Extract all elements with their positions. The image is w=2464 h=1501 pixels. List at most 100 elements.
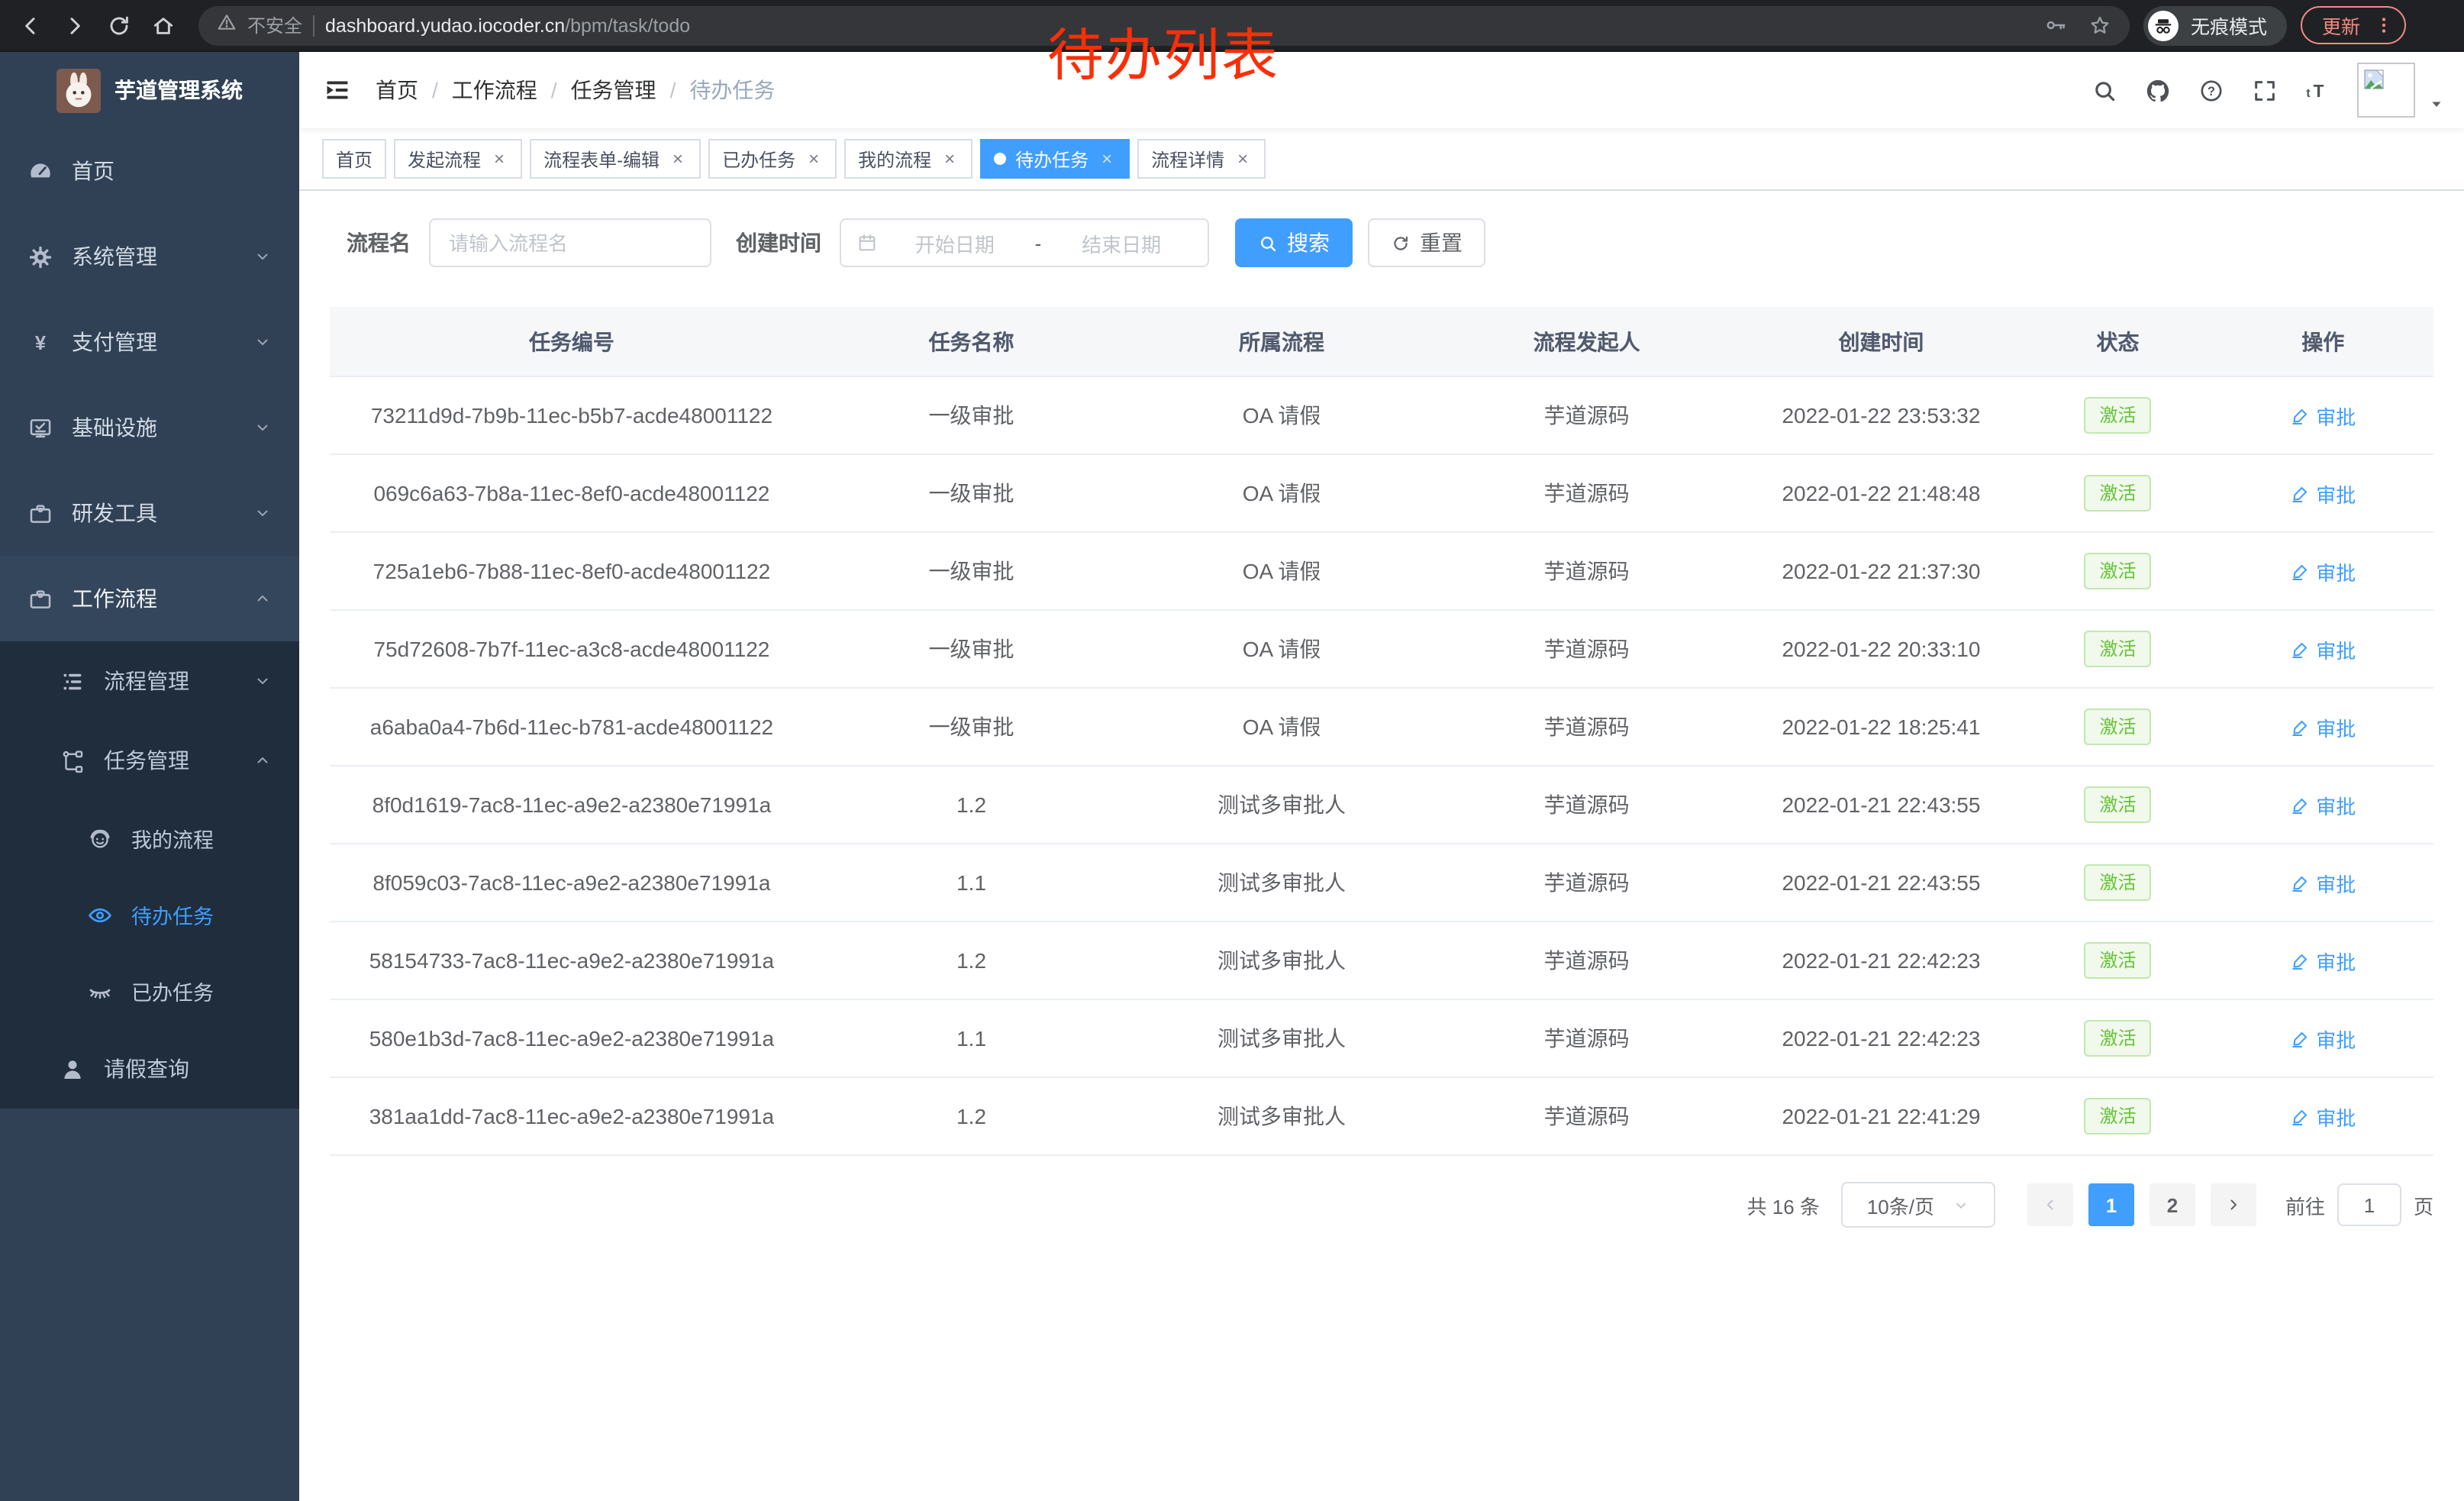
breadcrumb-item: 待办任务 <box>689 75 775 105</box>
reload-icon[interactable] <box>104 10 134 40</box>
password-key-icon[interactable] <box>2044 14 2067 37</box>
date-range-picker[interactable]: 开始日期 - 结束日期 <box>840 218 1209 267</box>
dashboard-icon <box>26 157 53 185</box>
cell-process: 测试多审批人 <box>1129 922 1434 999</box>
cell-task-name: 1.2 <box>814 766 1129 844</box>
tab-close-icon[interactable]: × <box>490 150 508 168</box>
approve-button[interactable]: 审批 <box>2290 1024 2356 1053</box>
approve-button[interactable]: 审批 <box>2290 401 2356 430</box>
sidebar-item[interactable]: 流程管理 <box>0 641 299 721</box>
goto-page-input[interactable] <box>2337 1183 2401 1226</box>
sidebar-item[interactable]: 首页 <box>0 128 299 214</box>
breadcrumb-item[interactable]: 首页 <box>376 75 418 105</box>
tab-item[interactable]: 已办任务× <box>708 139 837 179</box>
approve-button[interactable]: 审批 <box>2290 1102 2356 1131</box>
search-button[interactable]: 搜索 <box>1235 218 1353 267</box>
process-name-input[interactable] <box>429 218 711 267</box>
page-button-2[interactable]: 2 <box>2150 1183 2195 1226</box>
tab-close-icon[interactable]: × <box>940 150 959 168</box>
tab-item[interactable]: 发起流程× <box>394 139 522 179</box>
sidebar-item[interactable]: 已办任务 <box>0 953 299 1029</box>
approve-button[interactable]: 审批 <box>2290 634 2356 663</box>
sidebar-item[interactable]: 我的流程 <box>0 800 299 876</box>
sidebar-item[interactable]: 系统管理 <box>0 214 299 299</box>
approve-label: 审批 <box>2316 634 2356 663</box>
pen-icon <box>2290 951 2310 970</box>
chrome-update-button[interactable]: 更新 <box>2301 6 2406 44</box>
breadcrumb-item[interactable]: 工作流程 <box>452 75 537 105</box>
github-icon[interactable] <box>2143 76 2172 105</box>
column-header: 操作 <box>2213 307 2434 376</box>
fullscreen-icon[interactable] <box>2250 76 2279 105</box>
breadcrumb: 首页/工作流程/任务管理/待办任务 <box>376 75 775 105</box>
approve-button[interactable]: 审批 <box>2290 868 2356 897</box>
chevron-down-icon <box>253 504 272 522</box>
pen-icon <box>2290 1028 2310 1048</box>
status-badge: 激活 <box>2084 942 2151 979</box>
tab-item[interactable]: 待办任务× <box>980 139 1130 179</box>
cell-created: 2022-01-22 18:25:41 <box>1739 688 2023 766</box>
sidebar-item[interactable]: 支付管理 <box>0 299 299 385</box>
cell-task-name: 一级审批 <box>814 688 1129 766</box>
cell-action: 审批 <box>2213 454 2434 532</box>
tab-close-icon[interactable]: × <box>1098 150 1116 168</box>
approve-button[interactable]: 审批 <box>2290 479 2356 508</box>
goto-label: 前往 <box>2285 1190 2325 1219</box>
cell-task-id: 8f059c03-7ac8-11ec-a9e2-a2380e71991a <box>330 844 814 922</box>
tab-close-icon[interactable]: × <box>1234 150 1252 168</box>
tab-item[interactable]: 流程表单-编辑× <box>530 139 701 179</box>
tab-item[interactable]: 首页 <box>322 139 386 179</box>
page-size-select[interactable]: 10条/页 <box>1841 1182 1995 1228</box>
sidebar-item[interactable]: 工作流程 <box>0 556 299 641</box>
avatar[interactable] <box>2357 63 2415 118</box>
approve-label: 审批 <box>2316 868 2356 897</box>
face-icon <box>85 825 113 852</box>
approve-button[interactable]: 审批 <box>2290 946 2356 975</box>
avatar-caret-icon[interactable] <box>2427 95 2446 113</box>
table-row: 725a1eb6-7b88-11ec-8ef0-acde48001122一级审批… <box>330 532 2433 610</box>
calendar-icon <box>856 232 878 253</box>
sidebar-fold-icon[interactable] <box>321 73 354 107</box>
app-logo[interactable]: 芋道管理系统 <box>0 52 299 128</box>
tab-label: 我的流程 <box>858 146 931 172</box>
sidebar-item-label: 研发工具 <box>72 498 253 528</box>
approve-button[interactable]: 审批 <box>2290 790 2356 819</box>
approve-button[interactable]: 审批 <box>2290 712 2356 741</box>
tab-close-icon[interactable]: × <box>805 150 823 168</box>
tab-close-icon[interactable]: × <box>669 150 687 168</box>
breadcrumb-item[interactable]: 任务管理 <box>571 75 656 105</box>
sidebar-item[interactable]: 研发工具 <box>0 470 299 556</box>
cell-process: OA 请假 <box>1129 454 1434 532</box>
next-page-button[interactable] <box>2211 1183 2256 1226</box>
sidebar-item-label: 基础设施 <box>72 412 253 443</box>
tab-item[interactable]: 流程详情× <box>1137 139 1266 179</box>
cell-starter: 芋道源码 <box>1434 844 1740 922</box>
page-button-1[interactable]: 1 <box>2088 1183 2134 1226</box>
cell-status: 激活 <box>2023 766 2212 844</box>
help-icon[interactable] <box>2197 76 2226 105</box>
sidebar-item[interactable]: 待办任务 <box>0 876 299 953</box>
sidebar-item[interactable]: 基础设施 <box>0 385 299 470</box>
cell-task-id: 73211d9d-7b9b-11ec-b5b7-acde48001122 <box>330 376 814 454</box>
cell-task-id: a6aba0a4-7b6d-11ec-b781-acde48001122 <box>330 688 814 766</box>
back-icon[interactable] <box>15 10 46 40</box>
table-row: 8f0d1619-7ac8-11ec-a9e2-a2380e71991a1.2测… <box>330 766 2433 844</box>
cell-created: 2022-01-21 22:42:23 <box>1739 999 2023 1077</box>
incognito-label: 无痕模式 <box>2191 11 2267 40</box>
prev-page-button[interactable] <box>2027 1183 2073 1226</box>
create-time-label: 创建时间 <box>736 228 821 258</box>
search-icon[interactable] <box>2090 76 2119 105</box>
sidebar-item[interactable]: 请假查询 <box>0 1029 299 1109</box>
sidebar-item-label: 请假查询 <box>104 1054 272 1084</box>
reset-button[interactable]: 重置 <box>1368 218 1485 267</box>
approve-button[interactable]: 审批 <box>2290 557 2356 586</box>
forward-icon[interactable] <box>60 10 90 40</box>
table-row: 580e1b3d-7ac8-11ec-a9e2-a2380e71991a1.1测… <box>330 999 2433 1077</box>
bookmark-star-icon[interactable] <box>2088 14 2111 37</box>
browser-menu-dots-icon[interactable] <box>2374 15 2394 35</box>
font-size-icon[interactable] <box>2304 76 2333 105</box>
home-icon[interactable] <box>148 10 179 40</box>
chevron-right-icon <box>2224 1196 2243 1214</box>
sidebar-item[interactable]: 任务管理 <box>0 721 299 800</box>
tab-item[interactable]: 我的流程 × <box>844 139 972 179</box>
